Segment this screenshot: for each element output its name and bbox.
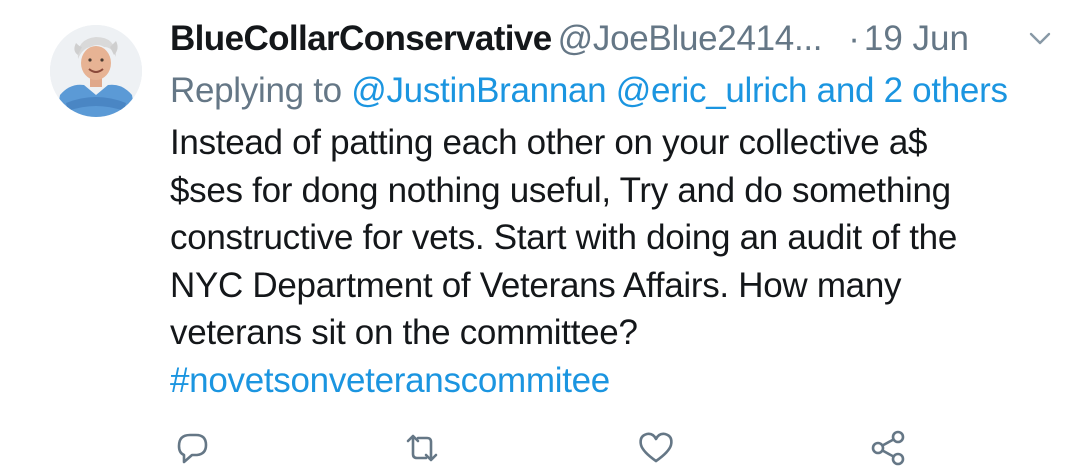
heart-icon <box>639 432 673 463</box>
mention-others[interactable]: and 2 others <box>817 71 1008 110</box>
replying-to: Replying to @JustinBrannan @eric_ulrich … <box>170 68 1008 114</box>
share-button[interactable] <box>866 426 910 470</box>
separator-dot: · <box>848 19 860 58</box>
tweet-date[interactable]: 19 Jun <box>864 19 969 58</box>
tweet-text-line: NYC Department of Veterans Affairs. How … <box>170 265 902 305</box>
hashtag-link[interactable]: #novetsonveteranscommitee <box>170 357 1050 405</box>
avatar[interactable] <box>50 25 142 117</box>
author-handle[interactable]: @JoeBlue2414... <box>558 19 823 58</box>
tweet-text-line: $ses for dong nothing useful, Try and do… <box>170 170 951 210</box>
tweet-header: BlueCollarConservative @JoeBlue2414... · 19… <box>170 17 1060 61</box>
author-name[interactable]: BlueCollarConservative <box>170 19 552 58</box>
mention-eric-ulrich[interactable]: @eric_ulrich <box>616 71 808 110</box>
share-icon <box>871 430 905 466</box>
like-button[interactable] <box>634 426 678 470</box>
retweet-icon <box>406 434 438 462</box>
mention-justinbrannan[interactable]: @JustinBrannan <box>351 71 606 110</box>
reply-button[interactable] <box>170 426 214 470</box>
tweet-text: Instead of patting each other on your co… <box>170 119 1050 404</box>
replying-to-label: Replying to <box>170 71 342 110</box>
tweet-text-line: veterans sit on the committee? <box>170 313 638 352</box>
avatar-image <box>50 25 142 117</box>
reply-icon <box>177 433 208 464</box>
chevron-down-icon[interactable] <box>1028 30 1052 48</box>
tweet-text-line: constructive for vets. Start with doing … <box>170 218 957 257</box>
retweet-button[interactable] <box>400 426 444 470</box>
tweet-text-line: Instead of patting each other on your co… <box>170 123 928 162</box>
